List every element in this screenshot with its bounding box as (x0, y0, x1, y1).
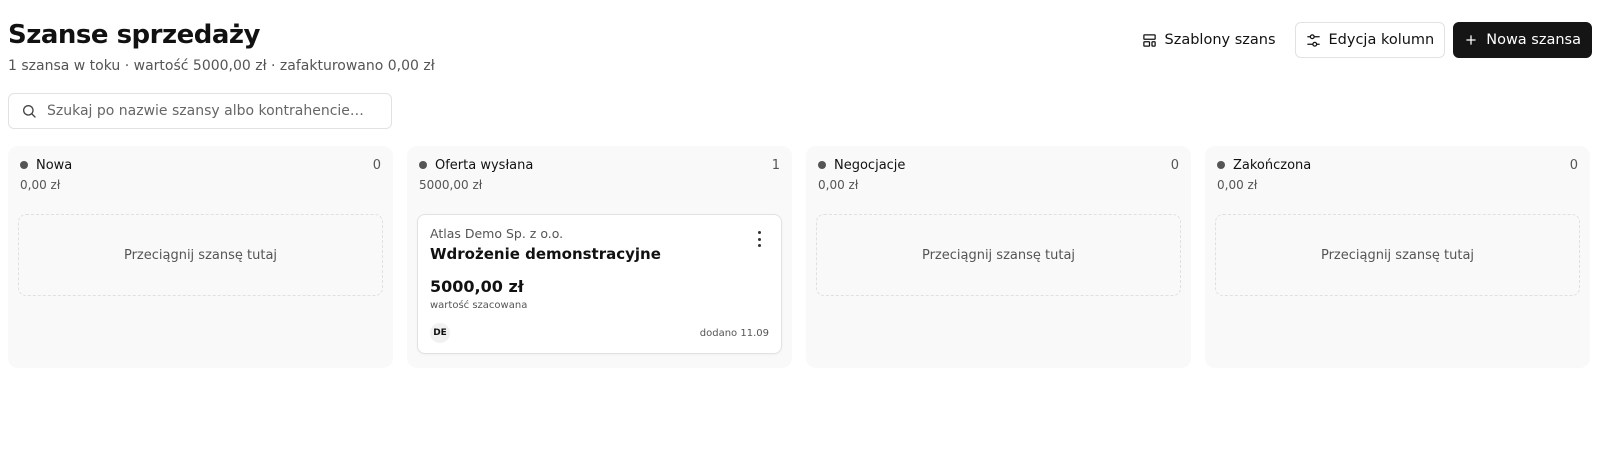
column-count: 0 (1569, 157, 1578, 173)
column-total: 5000,00 zł (419, 178, 483, 192)
sliders-icon (1306, 33, 1320, 47)
more-vertical-icon[interactable] (755, 231, 763, 247)
column-header: Negocjacje 0 (818, 157, 1179, 173)
column-title: Oferta wysłana (435, 157, 534, 173)
column-total: 0,00 zł (20, 178, 61, 192)
page-title: Szanse sprzedaży (8, 20, 261, 50)
column-count: 0 (372, 157, 381, 173)
dropzone[interactable]: Przeciągnij szansę tutaj (18, 214, 383, 296)
status-dot (419, 161, 427, 169)
column-oferta-wyslana[interactable]: Oferta wysłana 1 5000,00 zł Atlas Demo S… (407, 146, 792, 368)
column-header: Zakończona 0 (1217, 157, 1578, 173)
dropzone[interactable]: Przeciągnij szansę tutaj (816, 214, 1181, 296)
column-title: Nowa (36, 157, 73, 173)
column-nowa[interactable]: Nowa 0 0,00 zł Przeciągnij szansę tutaj (8, 146, 393, 368)
column-count: 0 (1170, 157, 1179, 173)
column-header: Nowa 0 (20, 157, 381, 173)
new-opportunity-button-label: Nowa szansa (1486, 32, 1581, 48)
status-dot (818, 161, 826, 169)
opportunity-card[interactable]: Atlas Demo Sp. z o.o. Wdrożenie demonstr… (417, 214, 782, 354)
search-input[interactable] (47, 103, 377, 119)
dropzone[interactable]: Przeciągnij szansę tutaj (1215, 214, 1580, 296)
layout-template-icon (1142, 33, 1156, 47)
edit-columns-button[interactable]: Edycja kolumn (1294, 22, 1446, 58)
card-value: 5000,00 zł (430, 277, 524, 296)
card-title: Wdrożenie demonstracyjne (430, 245, 661, 263)
column-zakonczona[interactable]: Zakończona 0 0,00 zł Przeciągnij szansę … (1205, 146, 1590, 368)
card-footer: DE dodano 11.09 (430, 323, 769, 343)
templates-button[interactable]: Szablony szans (1131, 22, 1287, 58)
toolbar: Szablony szans Edycja kolumn Nowa szansa (1131, 22, 1592, 58)
new-opportunity-button[interactable]: Nowa szansa (1453, 22, 1592, 58)
status-dot (20, 161, 28, 169)
edit-columns-button-label: Edycja kolumn (1328, 32, 1435, 48)
column-negocjacje[interactable]: Negocjacje 0 0,00 zł Przeciągnij szansę … (806, 146, 1191, 368)
card-value-label: wartość szacowana (430, 300, 528, 311)
card-date: dodano 11.09 (699, 327, 769, 339)
templates-button-label: Szablony szans (1164, 32, 1276, 48)
page-summary: 1 szansa w toku · wartość 5000,00 zł · z… (8, 58, 435, 74)
search-icon (23, 105, 36, 118)
column-total: 0,00 zł (1217, 178, 1258, 192)
card-company: Atlas Demo Sp. z o.o. (430, 226, 564, 241)
column-count: 1 (771, 157, 780, 173)
avatar: DE (430, 323, 450, 343)
kanban-board: Nowa 0 0,00 zł Przeciągnij szansę tutaj … (8, 146, 1590, 368)
column-total: 0,00 zł (818, 178, 859, 192)
status-dot (1217, 161, 1225, 169)
search-box (8, 93, 392, 129)
plus-icon (1466, 35, 1476, 45)
column-title: Zakończona (1233, 157, 1312, 173)
column-title: Negocjacje (834, 157, 906, 173)
column-header: Oferta wysłana 1 (419, 157, 780, 173)
